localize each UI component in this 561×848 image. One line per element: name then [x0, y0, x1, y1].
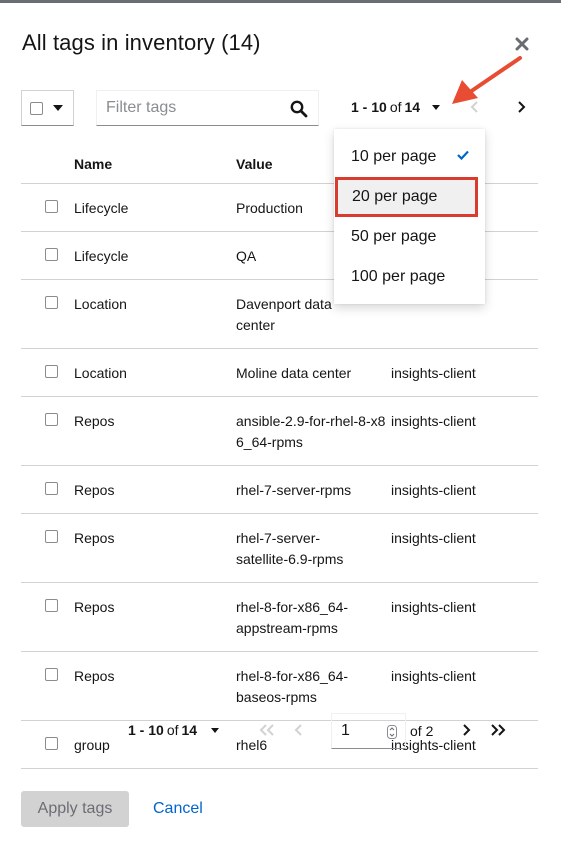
tag-value: rhel-7-server-rpms	[236, 465, 391, 514]
bulk-select-dropdown[interactable]	[21, 90, 74, 126]
last-page-icon[interactable]	[490, 723, 506, 737]
pagination-range: 1 - 10	[351, 99, 387, 115]
row-checkbox[interactable]	[45, 199, 58, 213]
caret-down-icon	[211, 727, 220, 733]
row-checkbox[interactable]	[45, 412, 58, 426]
row-checkbox[interactable]	[45, 364, 58, 378]
tag-value: rhel-8-for-x86_64-appstream-rpms	[236, 582, 391, 652]
tag-name: Lifecycle	[74, 231, 236, 280]
tag-value: rhel-8-for-x86_64-baseos-rpms	[236, 651, 391, 721]
tag-name: Location	[74, 279, 236, 349]
per-page-menu: 10 per page 20 per page 50 per page 100 …	[334, 129, 485, 304]
first-page-icon[interactable]	[259, 723, 275, 737]
row-checkbox[interactable]	[45, 598, 58, 612]
per-page-option-10[interactable]: 10 per page	[334, 137, 485, 177]
name-column-header: Name	[74, 146, 236, 184]
current-page-input[interactable]: 1	[331, 713, 406, 749]
tag-name: Repos	[74, 465, 236, 514]
bottom-per-page-toggle[interactable]: 1 - 10 of 14	[128, 722, 220, 738]
tag-value: Moline data center	[236, 348, 391, 397]
tag-source: insights-client	[391, 582, 538, 652]
tag-value: rhel-7-server-satellite-6.9-rpms	[236, 513, 391, 583]
tag-value: ansible-2.9-for-rhel-8-x86_64-rpms	[236, 396, 391, 466]
per-page-option-50[interactable]: 50 per page	[334, 217, 485, 257]
tag-name: Repos	[74, 582, 236, 652]
check-icon	[457, 150, 469, 160]
menu-item-label: 10 per page	[351, 148, 437, 165]
cancel-button[interactable]: Cancel	[153, 800, 203, 818]
search-icon[interactable]	[290, 100, 308, 118]
row-checkbox[interactable]	[45, 736, 58, 750]
total-pages-label: of 2	[410, 723, 434, 739]
tag-name: Repos	[74, 651, 236, 721]
close-button[interactable]	[512, 34, 532, 54]
row-checkbox[interactable]	[45, 295, 58, 309]
annotation-arrow-icon	[452, 56, 522, 104]
table-row: Repos rhel-7-server-rpms insights-client	[21, 465, 538, 514]
table-row: Repos rhel-7-server-satellite-6.9-rpms i…	[21, 513, 538, 583]
tag-name: Location	[74, 348, 236, 397]
table-row: Location Moline data center insights-cli…	[21, 348, 538, 397]
tag-source: insights-client	[391, 348, 538, 397]
table-row: Repos rhel-8-for-x86_64-appstream-rpms i…	[21, 582, 538, 652]
pagination-total: 14	[404, 99, 421, 115]
current-page-value: 1	[341, 722, 350, 739]
bottom-pagination-of-label: of	[166, 722, 179, 738]
filter-tags-box	[96, 90, 319, 126]
menu-item-label: 100 per page	[351, 268, 446, 285]
row-checkbox[interactable]	[45, 529, 58, 543]
pagination-of-label: of	[389, 99, 402, 115]
per-page-option-20[interactable]: 20 per page	[335, 177, 478, 217]
top-border	[0, 0, 561, 3]
table-row: Repos ansible-2.9-for-rhel-8-x86_64-rpms…	[21, 396, 538, 466]
bottom-pagination-range: 1 - 10	[128, 722, 164, 738]
caret-down-icon	[432, 104, 441, 110]
per-page-option-100[interactable]: 100 per page	[334, 257, 485, 297]
apply-tags-button[interactable]: Apply tags	[21, 791, 129, 827]
per-page-toggle[interactable]: 1 - 10 of 14	[351, 99, 441, 115]
tag-source: insights-client	[391, 465, 538, 514]
tag-source: insights-client	[391, 396, 538, 466]
modal-title: All tags in inventory (14)	[22, 30, 261, 55]
tag-source: insights-client	[391, 651, 538, 721]
spinner-arrows-icon[interactable]	[387, 725, 397, 739]
chevron-down-icon	[53, 105, 63, 111]
select-column-header	[21, 146, 74, 184]
close-icon	[515, 37, 529, 51]
next-page-icon[interactable]	[461, 723, 471, 737]
row-checkbox[interactable]	[45, 667, 58, 681]
tag-name: Repos	[74, 396, 236, 466]
tag-name: Lifecycle	[74, 183, 236, 232]
row-checkbox[interactable]	[45, 481, 58, 495]
filter-tags-input[interactable]	[106, 99, 286, 117]
row-checkbox[interactable]	[45, 247, 58, 261]
tag-name: Repos	[74, 513, 236, 583]
bulk-select-checkbox[interactable]	[30, 101, 43, 115]
bottom-pagination-total: 14	[181, 722, 198, 738]
previous-page-icon[interactable]	[294, 723, 304, 737]
tag-source: insights-client	[391, 513, 538, 583]
menu-item-label: 50 per page	[351, 228, 437, 245]
menu-item-label: 20 per page	[352, 188, 438, 205]
table-row: Repos rhel-8-for-x86_64-baseos-rpms insi…	[21, 651, 538, 721]
